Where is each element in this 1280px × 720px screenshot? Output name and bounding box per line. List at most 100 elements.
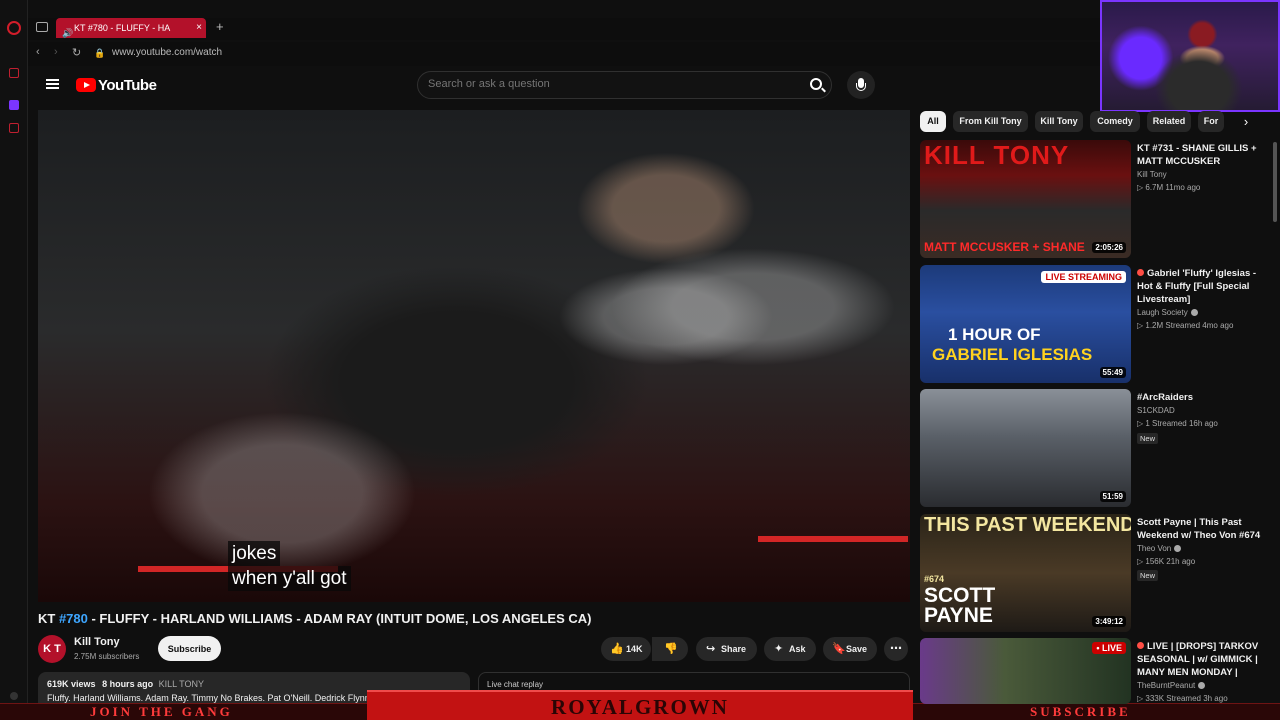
live-indicator-icon [1137,642,1144,649]
video-thumbnail[interactable]: LIVE STREAMING 1 HOUR OF GABRIEL IGLESIA… [920,265,1131,383]
speaker-icon[interactable]: 🔊 [62,23,73,38]
recommendation-channel[interactable]: Theo Von [1137,544,1182,553]
tab-list-icon[interactable] [36,22,48,32]
share-button[interactable]: ↪ Share [696,637,757,661]
recommendation-item[interactable]: KILL TONY MATT MCCUSKER + SHANE 2:05:26 … [920,140,1265,260]
recommendation-channel[interactable]: S1CKDAD [1137,406,1175,415]
description-meta: 619K views 8 hours ago KILL TONY [47,679,204,689]
hamburger-menu-icon[interactable] [46,79,59,89]
description-tag[interactable]: KILL TONY [159,679,204,689]
new-badge: New [1137,570,1159,581]
dislike-button[interactable]: 👎 [652,637,688,661]
recommendation-stats: ▷ 156K 21h ago [1137,557,1196,566]
recommendation-channel[interactable]: Laugh Society [1137,308,1198,317]
recommendation-channel[interactable]: Kill Tony [1137,170,1167,179]
sidebar-scrollbar[interactable] [1272,112,1278,702]
sidebar-settings-icon[interactable] [10,692,18,700]
tab-bar: 🔊 KT #780 - FLUFFY - HA × + [28,18,1100,40]
share-label: Share [721,644,747,654]
video-thumbnail[interactable]: KILL TONY MATT MCCUSKER + SHANE 2:05:26 [920,140,1131,258]
more-actions-button[interactable]: ⋯ [884,637,908,661]
new-tab-button[interactable]: + [216,19,224,34]
caption-line: when y'all got [228,566,351,591]
live-badge: • LIVE [1092,642,1126,654]
verified-icon [1174,545,1182,553]
video-player[interactable]: jokes when y'all got [38,110,910,602]
video-thumbnail[interactable]: THIS PAST WEEKEND #674 SCOTT PAYNE 3:49:… [920,514,1131,632]
thumbnail-title: 1 HOUR OF [948,325,1041,344]
channel-name[interactable]: Kill Tony [74,636,120,648]
recommendation-channel[interactable]: TheBurntPeanut [1137,681,1206,690]
search-input[interactable] [428,78,788,90]
forward-button[interactable]: › [54,46,58,58]
recommendation-item[interactable]: LIVE STREAMING 1 HOUR OF GABRIEL IGLESIA… [920,265,1265,385]
sidebar-shop-icon[interactable] [9,68,19,78]
recommendation-title[interactable]: KT #731 - SHANE GILLIS + MATT MCCUSKER [1137,142,1262,168]
new-badge: New [1137,433,1159,444]
thumbnail-subtitle: SCOTT PAYNE [924,584,996,627]
video-thumbnail[interactable]: 51:59 [920,389,1131,507]
chip-kill-tony[interactable]: Kill Tony [1035,111,1083,132]
stage-light [758,536,908,542]
search-button[interactable] [805,74,829,96]
like-button[interactable]: 👍 14K [601,637,651,661]
scrollbar-thumb[interactable] [1273,142,1277,222]
youtube-logo-icon[interactable] [76,78,96,92]
recommendation-title[interactable]: #ArcRaiders [1137,391,1262,404]
channel-avatar[interactable]: K T [38,635,66,663]
save-label: Save [846,644,868,654]
url-field[interactable]: www.youtube.com/watch [112,47,222,58]
back-button[interactable]: ‹ [36,46,40,58]
recommendation-title[interactable]: Scott Payne | This Past Weekend w/ Theo … [1137,516,1262,542]
live-indicator-icon [1137,269,1144,276]
webcam-overlay [1100,0,1280,112]
recommendation-stats: ▷ 1.2M Streamed 4mo ago [1137,321,1234,330]
banner-center-text: ROYALGROWN [551,695,729,719]
search-box [417,71,832,99]
voice-search-button[interactable] [847,71,875,99]
thumbnail-title: KILL TONY [924,140,1070,170]
thumbs-down-icon: 👎 [664,643,678,655]
youtube-wordmark[interactable]: YouTube [98,77,157,94]
save-button[interactable]: 🔖 Save [823,637,877,661]
active-tab[interactable]: 🔊 KT #780 - FLUFFY - HA × [56,18,206,38]
sidebar-percent-icon[interactable] [9,123,19,133]
chevron-right-icon[interactable]: › [1236,111,1256,132]
reload-button[interactable]: ↻ [72,46,81,59]
captions: jokes when y'all got [228,541,351,591]
live-streaming-badge: LIVE STREAMING [1041,271,1126,283]
recommendation-title[interactable]: Gabriel 'Fluffy' Iglesias - Hot & Fluffy… [1137,267,1262,306]
recommendation-stats: ▷ 6.7M 11mo ago [1137,183,1201,192]
channel-text: Theo Von [1137,544,1172,553]
lock-icon: 🔒 [94,48,106,58]
recommendation-title-text: LIVE | [DROPS] TARKOV SEASONAL | w/ GIMM… [1137,641,1259,678]
description-text: Fluffy. Harland Williams. Adam Ray. Timm… [47,693,367,703]
sidebar-twitch-icon[interactable] [9,100,19,110]
tab-close-icon[interactable]: × [196,18,202,38]
verified-icon [1190,309,1198,317]
recommendation-item[interactable]: • LIVE LIVE | [DROPS] TARKOV SEASONAL | … [920,638,1265,708]
ask-button[interactable]: ✦ Ask [764,637,816,661]
thumbnail-subtitle: GABRIEL IGLESIAS [932,345,1093,364]
chip-from-kill-tony[interactable]: From Kill Tony [953,111,1028,132]
recommendation-title-text: Gabriel 'Fluffy' Iglesias - Hot & Fluffy… [1137,268,1257,305]
chip-comedy[interactable]: Comedy [1090,111,1140,132]
title-hashtag-link[interactable]: #780 [59,611,88,626]
video-title: KT #780 - FLUFFY - HARLAND WILLIAMS - AD… [38,611,591,626]
video-duration: 2:05:26 [1092,242,1126,253]
video-thumbnail[interactable]: • LIVE [920,638,1131,704]
subscribe-button[interactable]: Subscribe [158,636,221,661]
chip-for-you[interactable]: For [1198,111,1224,132]
browser-sidebar [0,0,28,720]
recommendation-item[interactable]: THIS PAST WEEKEND #674 SCOTT PAYNE 3:49:… [920,514,1265,634]
thumbnail-title: THIS PAST WEEKEND [924,514,1131,536]
opera-icon[interactable] [7,21,21,35]
recommendation-item[interactable]: 51:59 #ArcRaiders S1CKDAD ▷ 1 Streamed 1… [920,389,1265,509]
subscriber-count: 2.75M subscribers [74,652,140,661]
recommendation-title[interactable]: LIVE | [DROPS] TARKOV SEASONAL | w/ GIMM… [1137,640,1262,680]
view-count: 619K views [47,679,96,689]
chip-all[interactable]: All [920,111,946,132]
thumbnail-episode: #674 [924,574,945,584]
recommendation-stats: ▷ 333K Streamed 3h ago [1137,694,1228,703]
chip-related[interactable]: Related [1147,111,1191,132]
